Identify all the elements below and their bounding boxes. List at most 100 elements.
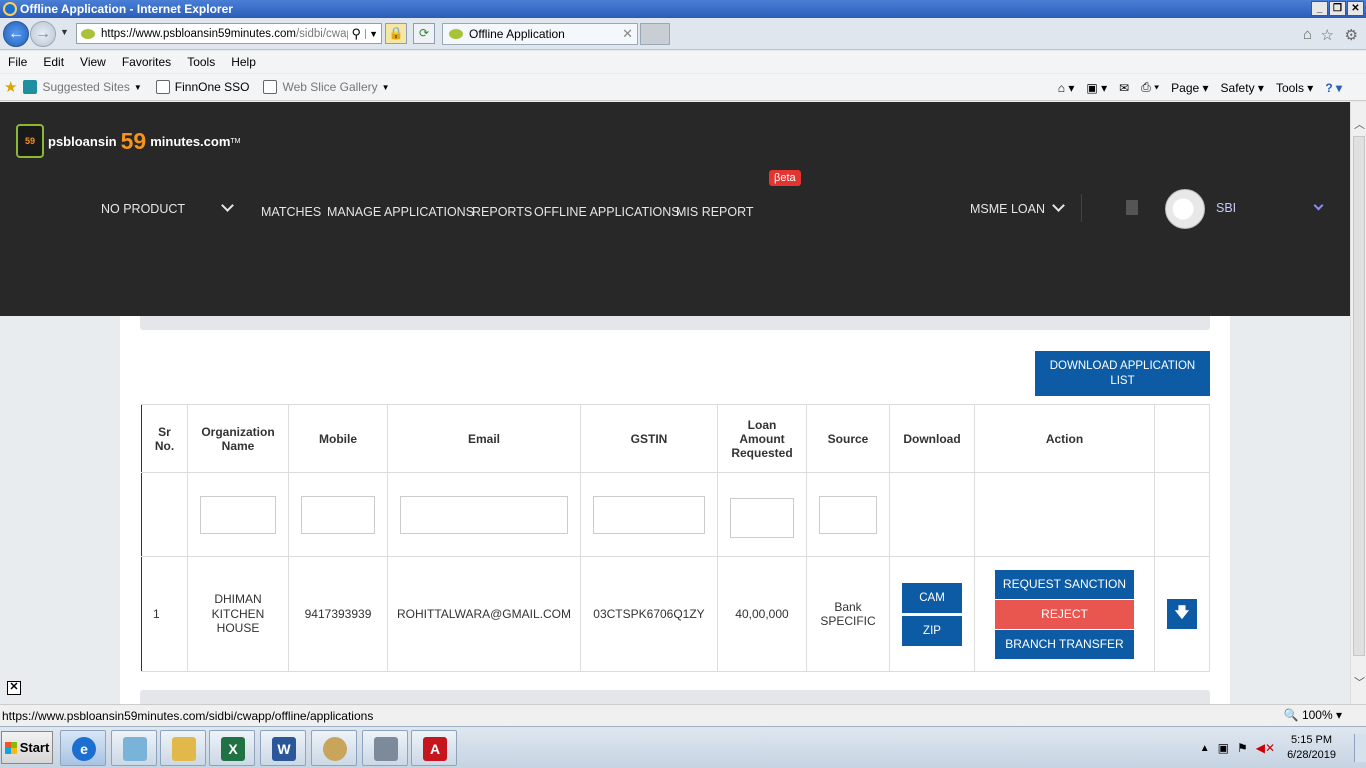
- volume-muted-icon[interactable]: ◀✕: [1256, 741, 1275, 755]
- show-desktop-button[interactable]: [1354, 734, 1366, 762]
- filter-mobile-input[interactable]: [301, 495, 375, 534]
- filter-gstin-input[interactable]: [593, 495, 705, 534]
- calculator-icon[interactable]: [1126, 200, 1138, 215]
- nav-manage-applications[interactable]: MANAGE APPLICATIONS: [327, 205, 474, 219]
- chevron-down-icon[interactable]: [1052, 199, 1065, 212]
- download-application-list-button[interactable]: DOWNLOAD APPLICATION LIST: [1035, 351, 1210, 396]
- zoom-level[interactable]: 🔍 100% ▾: [1284, 708, 1342, 722]
- user-name[interactable]: SBI: [1216, 201, 1236, 215]
- address-dropdown-icon[interactable]: ▼: [365, 28, 381, 39]
- address-input[interactable]: https://www.psbloansin59minutes.com/sidb…: [76, 23, 382, 44]
- chevron-down-icon[interactable]: [1313, 200, 1324, 211]
- favorites-star-icon[interactable]: ★: [4, 78, 17, 96]
- restore-button[interactable]: ❐: [1329, 1, 1346, 16]
- cell-loan: 40,00,000: [717, 556, 807, 672]
- cell-extra: 🡇: [1154, 556, 1210, 672]
- nav-matches[interactable]: MATCHES: [261, 205, 321, 219]
- network-icon[interactable]: ▣: [1218, 741, 1229, 755]
- history-dropdown-icon[interactable]: ▼: [60, 27, 69, 37]
- nav-mis-report[interactable]: MIS REPORT: [676, 205, 754, 219]
- taskbar-word[interactable]: W: [260, 730, 306, 766]
- print-icon[interactable]: ⎙ ▾: [1141, 80, 1159, 95]
- menu-help[interactable]: Help: [231, 55, 256, 69]
- internet-explorer-icon: [3, 2, 17, 16]
- windows-logo-icon: [4, 741, 17, 754]
- filter-org-input[interactable]: [200, 495, 276, 534]
- settings-gear-icon[interactable]: ⚙: [1345, 26, 1358, 44]
- col-sr-no: Sr No.: [141, 404, 188, 473]
- site-logo[interactable]: 59 psbloansin 59 minutes.com TM: [16, 124, 241, 158]
- filter-loan-input[interactable]: [730, 497, 794, 538]
- avatar[interactable]: [1165, 189, 1205, 229]
- back-button[interactable]: ←: [3, 21, 29, 47]
- taskbar-internet-explorer[interactable]: e: [60, 730, 106, 766]
- refresh-icon[interactable]: ⟳: [413, 23, 435, 44]
- menu-edit[interactable]: Edit: [43, 55, 64, 69]
- download-arrow-icon[interactable]: 🡇: [1167, 599, 1197, 629]
- divider: [1081, 194, 1082, 222]
- status-bar: https://www.psbloansin59minutes.com/sidb…: [0, 704, 1366, 726]
- taskbar-paint[interactable]: [311, 730, 357, 766]
- menu-bar: File Edit View Favorites Tools Help: [0, 51, 1366, 73]
- branch-transfer-button[interactable]: BRANCH TRANSFER: [995, 629, 1134, 659]
- new-tab-button[interactable]: [640, 23, 670, 45]
- menu-tools[interactable]: Tools: [187, 55, 215, 69]
- fav-finnone-sso[interactable]: FinnOne SSO: [155, 80, 249, 94]
- cam-button[interactable]: CAM: [902, 582, 962, 613]
- feeds-icon[interactable]: ▣ ▾: [1086, 81, 1107, 95]
- help-icon[interactable]: ? ▾: [1325, 81, 1342, 95]
- chevron-down-icon: ▼: [381, 82, 390, 92]
- home-icon[interactable]: ⌂ ▾: [1058, 81, 1075, 95]
- show-hidden-icons[interactable]: ▲: [1200, 743, 1210, 754]
- scroll-up-icon[interactable]: ︿: [1354, 116, 1365, 132]
- browser-tab[interactable]: Offline Application ✕: [442, 23, 638, 45]
- lock-icon[interactable]: 🔒: [385, 23, 407, 44]
- scrollbar-thumb[interactable]: [1353, 136, 1365, 656]
- tools-menu[interactable]: Tools ▾: [1276, 81, 1313, 95]
- nav-offline-applications[interactable]: OFFLINE APPLICATIONS: [534, 205, 680, 219]
- menu-favorites[interactable]: Favorites: [122, 55, 171, 69]
- product-select[interactable]: NO PRODUCT: [101, 202, 185, 216]
- filter-email-input[interactable]: [400, 495, 568, 534]
- start-button[interactable]: Start: [1, 731, 53, 764]
- internet-explorer-icon: e: [72, 737, 96, 761]
- reject-button[interactable]: REJECT: [995, 599, 1134, 629]
- taskbar-app-2[interactable]: [111, 730, 157, 766]
- safety-menu[interactable]: Safety ▾: [1221, 81, 1264, 95]
- zip-button[interactable]: ZIP: [902, 615, 962, 646]
- search-icon[interactable]: ⚲: [352, 26, 362, 42]
- close-icon[interactable]: ✕: [7, 681, 21, 695]
- col-mobile: Mobile: [288, 404, 388, 473]
- mail-icon[interactable]: ✉: [1119, 81, 1129, 95]
- nav-reports[interactable]: REPORTS: [472, 205, 532, 219]
- flag-icon[interactable]: ⚑: [1237, 741, 1248, 755]
- page-viewport: 59 psbloansin 59 minutes.com TM NO PRODUC…: [0, 102, 1350, 704]
- close-window-button[interactable]: ✕: [1347, 1, 1364, 16]
- forward-button[interactable]: →: [30, 21, 56, 47]
- menu-file[interactable]: File: [8, 55, 27, 69]
- beta-badge: βeta: [769, 170, 801, 186]
- loan-type-select[interactable]: MSME LOAN: [970, 202, 1045, 216]
- clock[interactable]: 5:15 PM 6/28/2019: [1287, 733, 1336, 763]
- minimize-button[interactable]: _: [1311, 1, 1328, 16]
- taskbar-acrobat[interactable]: A: [411, 730, 457, 766]
- close-tab-icon[interactable]: ✕: [622, 26, 633, 42]
- page-menu[interactable]: Page ▾: [1171, 81, 1208, 95]
- home-icon[interactable]: ⌂: [1303, 26, 1312, 43]
- vertical-scrollbar[interactable]: ︿ ﹀: [1350, 102, 1366, 704]
- favorites-star-icon[interactable]: ☆: [1321, 26, 1334, 44]
- fav-web-slice-gallery[interactable]: Web Slice Gallery ▼: [263, 80, 390, 94]
- filter-source-input[interactable]: [819, 495, 877, 534]
- page-icon: [263, 80, 278, 94]
- request-sanction-button[interactable]: REQUEST SANCTION: [995, 569, 1134, 599]
- bing-icon: [23, 80, 38, 94]
- folder-icon: [172, 737, 196, 761]
- table-header-row: Sr No. Organization Name Mobile Email GSTI…: [141, 404, 1210, 473]
- fav-suggested-sites[interactable]: Suggested Sites ▼: [23, 80, 142, 94]
- menu-view[interactable]: View: [80, 55, 106, 69]
- taskbar-excel[interactable]: X: [209, 730, 255, 766]
- chevron-down-icon[interactable]: [221, 199, 234, 212]
- scroll-down-icon[interactable]: ﹀: [1354, 674, 1365, 690]
- taskbar-explorer[interactable]: [160, 730, 206, 766]
- taskbar-calculator[interactable]: [362, 730, 408, 766]
